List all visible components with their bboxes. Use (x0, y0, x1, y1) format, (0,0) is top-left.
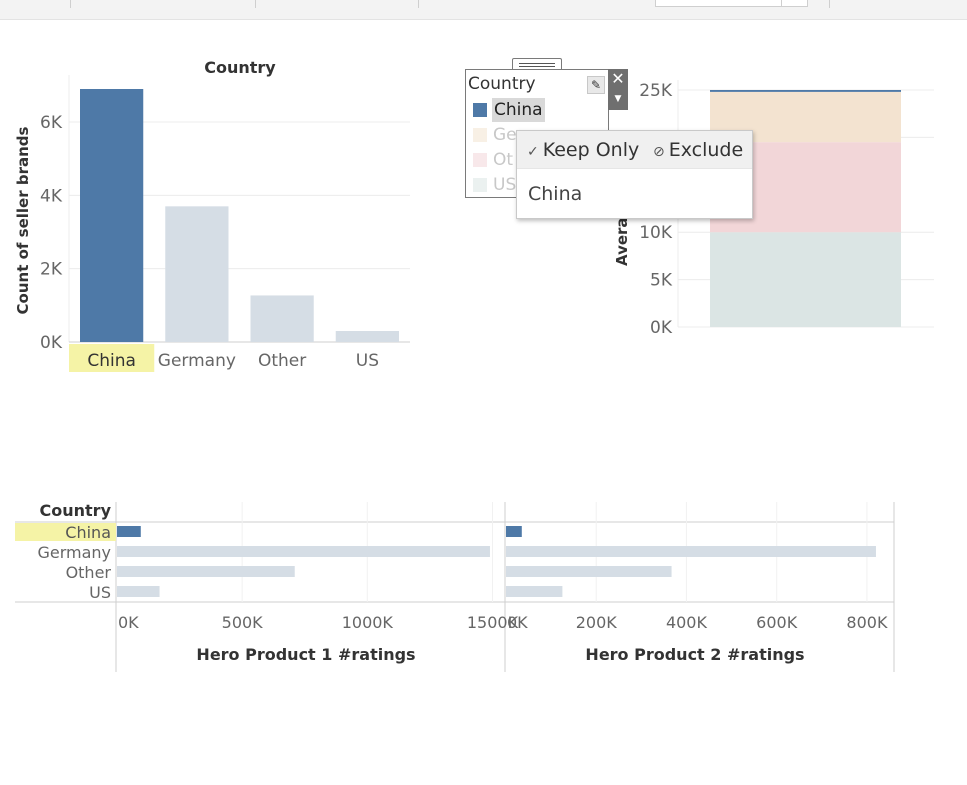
y-tick-label: 0K (650, 318, 673, 338)
x-tick-label: 0K (118, 613, 139, 632)
bar-us (506, 586, 563, 597)
bar-china (117, 526, 141, 537)
legend-swatch (473, 103, 487, 117)
y-axis-label: Count of seller brands (14, 126, 32, 314)
x-tick-label: US (356, 351, 379, 371)
x-tick-label: 200K (576, 613, 618, 632)
x-axis-label: Hero Product 1 #ratings (196, 645, 415, 664)
selection-tooltip: ✓ Keep Only ⊘ Exclude China (516, 130, 753, 219)
legend-title: Country (468, 74, 536, 94)
toolbar-field-divider (781, 0, 782, 7)
close-icon[interactable]: ✕ (608, 69, 628, 89)
tooltip-selected-value: China (528, 183, 583, 205)
bar-us (335, 331, 399, 342)
y-tick-label: 5K (650, 271, 673, 291)
check-icon: ✓ (527, 144, 539, 160)
tooltip-actions: ✓ Keep Only ⊘ Exclude (517, 131, 752, 169)
y-tick-label: 2K (40, 260, 63, 280)
pencil-icon[interactable]: ✎ (587, 76, 605, 94)
x-axis-label: Hero Product 2 #ratings (585, 645, 804, 664)
dropdown-arrow-icon[interactable]: ▼ (608, 89, 628, 110)
bar-us (117, 586, 160, 597)
legend-swatch (473, 153, 487, 167)
x-tick-label: Germany (158, 351, 236, 371)
row-label: US (89, 583, 111, 602)
stacked-segment-china (710, 90, 901, 92)
exclude-button[interactable]: ⊘ Exclude (653, 138, 743, 162)
stacked-segment-us (710, 232, 901, 327)
exclude-icon: ⊘ (653, 144, 665, 160)
bar-germany (506, 546, 876, 557)
x-tick-label: 400K (666, 613, 708, 632)
legend-swatch (473, 128, 487, 142)
hero-product-ratings-chart: CountryChinaGermanyOtherUS0K 500K 1000K 150… (15, 501, 895, 672)
row-header: Country (40, 501, 112, 520)
row-label: Germany (37, 543, 111, 562)
bar-other (117, 566, 295, 577)
toolbar-divider (829, 0, 830, 8)
y-tick-label: 4K (40, 186, 63, 206)
bar-germany (165, 206, 229, 342)
bar-germany (117, 546, 490, 557)
row-label: China (65, 523, 111, 542)
toolbar-divider (255, 0, 256, 8)
toolbar-divider (70, 0, 71, 8)
toolbar-field[interactable] (655, 0, 808, 7)
x-tick-label: 1000K (342, 613, 394, 632)
bar-other (506, 566, 672, 577)
bar-other (250, 295, 314, 342)
keep-only-button[interactable]: ✓ Keep Only (527, 138, 639, 162)
x-tick-label: 600K (756, 613, 798, 632)
y-axis-label: Avera (613, 217, 631, 266)
bar-china (506, 526, 522, 537)
toolbar-divider (418, 0, 419, 8)
legend-item-label: China (492, 98, 545, 122)
x-tick-label: China (87, 351, 136, 371)
bar-china (80, 89, 144, 342)
toolbar (0, 0, 967, 20)
legend-item-label: Ot (493, 150, 514, 170)
legend-swatch (473, 178, 487, 192)
legend-item-label: US (493, 175, 517, 195)
row-label: Other (66, 563, 112, 582)
keep-only-label: Keep Only (542, 139, 640, 161)
chart-title: Country (204, 58, 276, 77)
x-tick-label: 800K (846, 613, 888, 632)
x-tick-label: Other (258, 351, 306, 371)
x-tick-label: 0K (507, 613, 528, 632)
y-tick-label: 6K (40, 113, 63, 133)
x-tick-label: 500K (222, 613, 264, 632)
seller-brands-bar-chart: Country Count of seller brands 0K 2K 4K 6K Chi… (14, 58, 410, 372)
y-tick-label: 0K (40, 333, 63, 353)
y-tick-label: 10K (639, 223, 673, 243)
exclude-label: Exclude (668, 139, 744, 161)
legend-item-label: Ge (493, 125, 517, 145)
y-tick-label: 25K (639, 81, 673, 101)
